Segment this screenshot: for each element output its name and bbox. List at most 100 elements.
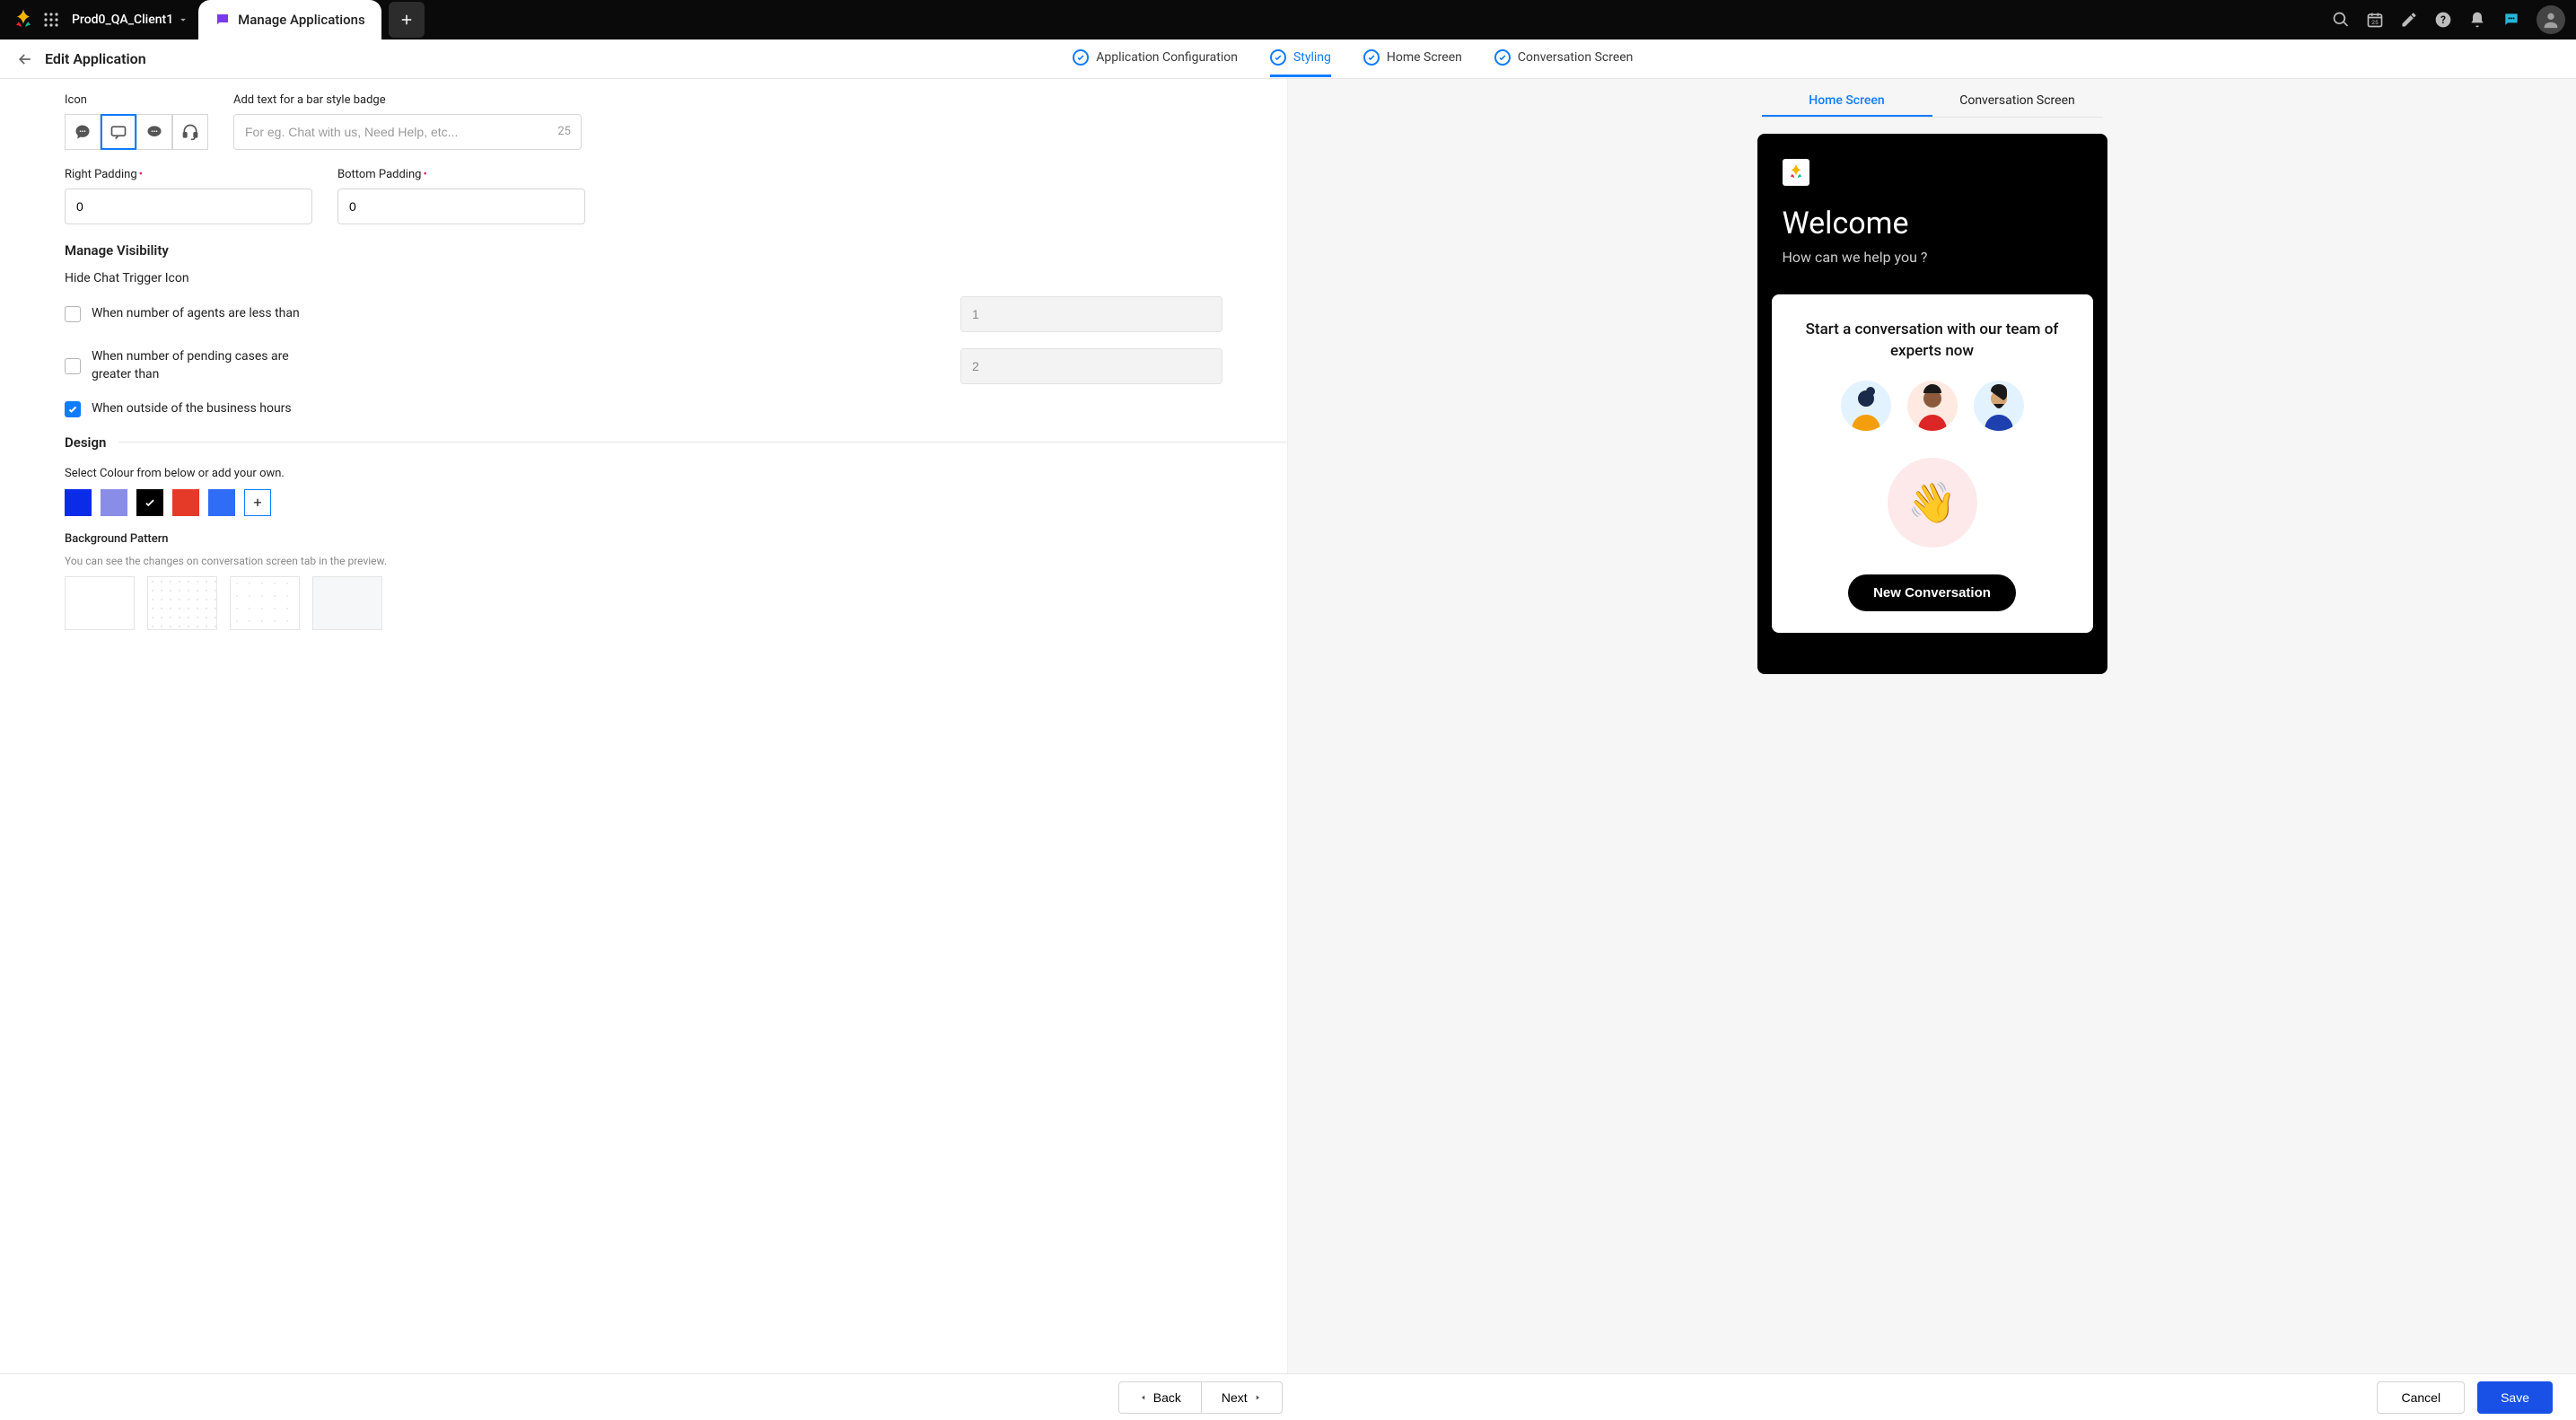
avatar-1	[1841, 381, 1891, 431]
apps-grid-icon[interactable]	[43, 12, 59, 28]
color-swatch-4[interactable]	[172, 489, 199, 516]
preview-welcome: Welcome	[1783, 206, 2082, 241]
back-arrow-icon[interactable]	[16, 50, 34, 68]
icon-option-headset[interactable]	[172, 114, 208, 150]
back-btn-label: Back	[1153, 1390, 1181, 1405]
preview-avatars	[1790, 381, 2075, 431]
pattern-options	[65, 576, 1287, 630]
page-title: Edit Application	[45, 50, 146, 67]
live-chat-icon[interactable]	[2502, 11, 2520, 29]
icon-options	[65, 114, 208, 150]
plus-icon	[399, 12, 415, 28]
cancel-button[interactable]: Cancel	[2377, 1381, 2465, 1414]
save-button[interactable]: Save	[2477, 1381, 2553, 1414]
help-icon[interactable]: ?	[2434, 11, 2452, 29]
checkbox-agents[interactable]	[65, 306, 81, 322]
preview-tab-home[interactable]: Home Screen	[1762, 86, 1932, 117]
preview-tabs: Home Screen Conversation Screen	[1762, 86, 2103, 118]
top-bar: Prod0_QA_Client1 Manage Applications 25 …	[0, 0, 2576, 39]
pattern-option-sparse[interactable]	[230, 576, 300, 630]
edit-icon[interactable]	[2400, 11, 2418, 29]
back-section: Edit Application	[16, 50, 146, 68]
icon-option-message[interactable]	[101, 114, 136, 150]
color-instruction: Select Colour from below or add your own…	[65, 467, 1287, 480]
step-label: Home Screen	[1387, 50, 1462, 65]
color-swatches: +	[65, 489, 1287, 516]
icon-option-chat-bubble[interactable]	[65, 114, 101, 150]
wave-emoji-icon: 👋	[1888, 458, 1977, 548]
hide-trigger-label: Hide Chat Trigger Icon	[65, 271, 1287, 285]
pattern-option-solid[interactable]	[312, 576, 382, 630]
bell-icon[interactable]	[2468, 11, 2486, 29]
workspace-dropdown[interactable]: Prod0_QA_Client1	[72, 13, 189, 27]
chevron-down-icon	[177, 13, 189, 26]
color-swatch-2[interactable]	[101, 489, 127, 516]
sub-header: Edit Application Application Configurati…	[0, 39, 2576, 79]
check-circle-icon	[1494, 49, 1511, 66]
bottom-padding-input[interactable]	[337, 188, 585, 224]
avatar-3	[1974, 381, 2024, 431]
color-swatch-1[interactable]	[65, 489, 92, 516]
form-panel: Icon Add text for a bar style badge 25 R…	[0, 79, 1288, 1373]
check-circle-icon	[1270, 49, 1286, 66]
visibility-title: Manage Visibility	[65, 242, 1287, 259]
preview-tab-conversation[interactable]: Conversation Screen	[1932, 86, 2103, 117]
right-padding-label: Right Padding•	[65, 168, 312, 181]
svg-text:25: 25	[2371, 19, 2379, 26]
pattern-option-dots[interactable]	[147, 576, 217, 630]
search-icon[interactable]	[2332, 11, 2350, 29]
tab-label: Manage Applications	[238, 12, 365, 28]
calendar-icon[interactable]: 25	[2366, 11, 2384, 29]
checkbox-hours[interactable]	[65, 401, 81, 417]
nav-buttons: Back Next	[1118, 1381, 1283, 1414]
color-swatch-3[interactable]	[136, 489, 163, 516]
avatar-2	[1907, 381, 1958, 431]
divider	[118, 442, 1287, 443]
color-swatch-5[interactable]	[208, 489, 235, 516]
app-logo	[11, 7, 36, 32]
user-icon	[2541, 10, 2561, 30]
bottom-padding-label: Bottom Padding•	[337, 168, 585, 181]
chat-icon	[215, 12, 231, 28]
step-label: Application Configuration	[1096, 50, 1238, 65]
user-avatar[interactable]	[2537, 5, 2565, 34]
badge-label: Add text for a bar style badge	[233, 93, 582, 107]
svg-text:?: ?	[2440, 13, 2446, 26]
preview-subtext: How can we help you ?	[1783, 249, 2082, 266]
design-title: Design	[65, 434, 106, 451]
step-home-screen[interactable]: Home Screen	[1363, 49, 1462, 77]
active-tab[interactable]: Manage Applications	[198, 0, 381, 39]
step-styling[interactable]: Styling	[1270, 49, 1331, 77]
agents-threshold-input[interactable]	[960, 296, 1222, 332]
pattern-option-none[interactable]	[65, 576, 135, 630]
pending-threshold-input[interactable]	[960, 348, 1222, 384]
badge-input[interactable]	[233, 114, 582, 150]
footer: Back Next Cancel Save	[0, 1373, 2576, 1420]
checkbox-hours-label: When outside of the business hours	[92, 400, 292, 418]
pattern-sub: You can see the changes on conversation …	[65, 555, 1287, 567]
back-button[interactable]: Back	[1118, 1381, 1202, 1414]
new-conversation-button[interactable]: New Conversation	[1848, 574, 2016, 611]
checkbox-pending-label: When number of pending cases are greater…	[92, 348, 307, 383]
step-tabs: Application Configuration Styling Home S…	[1073, 40, 1633, 77]
check-circle-icon	[1073, 49, 1089, 66]
checkbox-pending[interactable]	[65, 358, 81, 374]
add-tab-button[interactable]	[389, 2, 425, 38]
pattern-title: Background Pattern	[65, 532, 1287, 546]
checkbox-agents-label: When number of agents are less than	[92, 305, 300, 323]
preview-card: Start a conversation with our team of ex…	[1772, 294, 2093, 633]
icon-label: Icon	[65, 93, 208, 107]
step-conversation-screen[interactable]: Conversation Screen	[1494, 49, 1634, 77]
right-padding-input[interactable]	[65, 188, 312, 224]
widget-preview: Welcome How can we help you ? Start a co…	[1757, 134, 2107, 674]
preview-card-title: Start a conversation with our team of ex…	[1790, 320, 2075, 363]
topbar-right: 25 ?	[2332, 5, 2565, 34]
step-app-config[interactable]: Application Configuration	[1073, 49, 1238, 77]
step-label: Styling	[1293, 50, 1331, 65]
step-label: Conversation Screen	[1518, 50, 1634, 65]
workspace-name: Prod0_QA_Client1	[72, 13, 173, 27]
icon-option-chat-dots[interactable]	[136, 114, 172, 150]
add-color-button[interactable]: +	[244, 489, 271, 516]
check-circle-icon	[1363, 49, 1380, 66]
next-button[interactable]: Next	[1202, 1381, 1283, 1414]
